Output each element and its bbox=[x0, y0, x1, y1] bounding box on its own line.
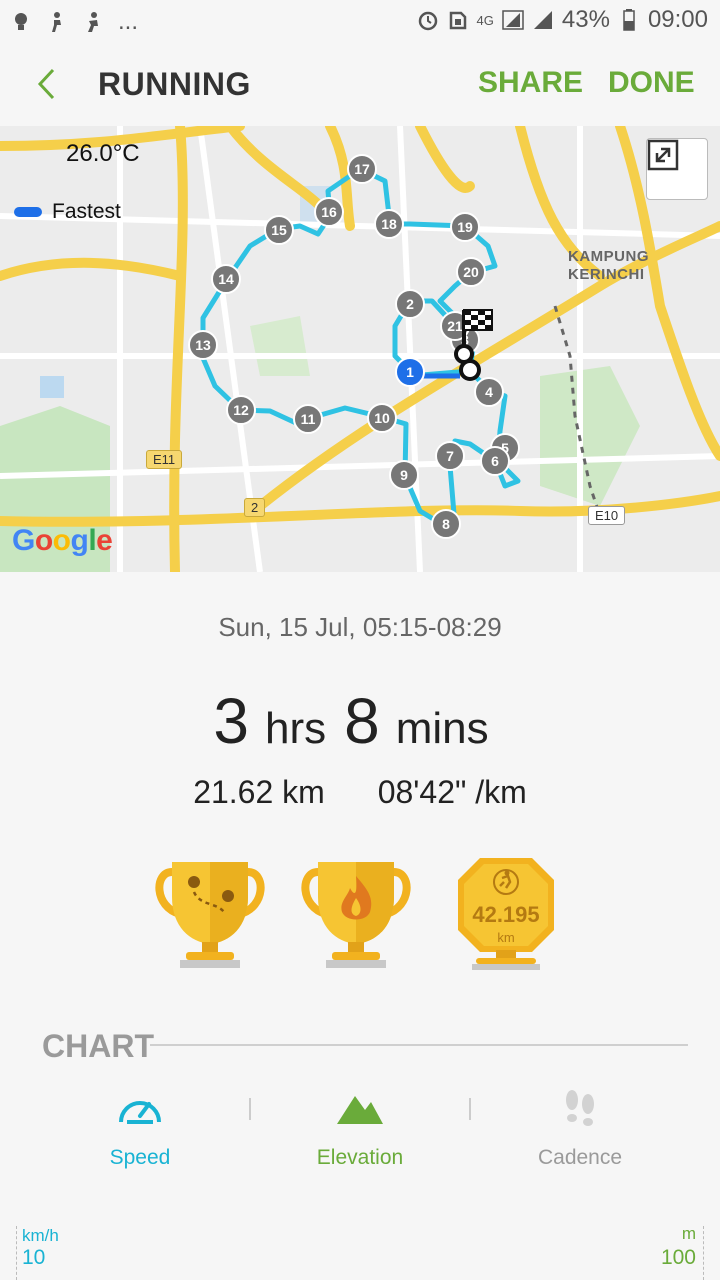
km-marker: 9 bbox=[389, 460, 419, 490]
km-marker: 12 bbox=[226, 395, 256, 425]
signal-icon bbox=[502, 9, 524, 31]
alarm-icon bbox=[417, 9, 439, 31]
bulb-icon bbox=[10, 11, 32, 33]
footprints-icon bbox=[566, 1090, 594, 1126]
route-trophy-icon[interactable] bbox=[150, 852, 270, 976]
done-button[interactable]: DONE bbox=[608, 66, 695, 100]
chevron-left-icon bbox=[37, 68, 55, 100]
walk-icon bbox=[46, 11, 68, 33]
chart-section-title: CHART bbox=[42, 1028, 154, 1064]
duration-minutes: 8 bbox=[344, 685, 380, 757]
share-button[interactable]: SHARE bbox=[478, 66, 583, 100]
km-marker: 13 bbox=[188, 330, 218, 360]
km-marker: 17 bbox=[347, 154, 377, 184]
medal-value: 42.195 bbox=[472, 902, 540, 927]
distance-value: 21.62 km bbox=[193, 774, 325, 810]
km-marker: 16 bbox=[314, 197, 344, 227]
tab-speed[interactable]: Speed bbox=[30, 1088, 250, 1178]
pace-value: 08'42" /km bbox=[377, 774, 527, 810]
tab-elevation-label: Elevation bbox=[316, 1146, 404, 1169]
google-logo: Google bbox=[12, 524, 113, 557]
km-marker: 15 bbox=[264, 215, 294, 245]
tab-speed-label: Speed bbox=[109, 1146, 171, 1169]
road-sign-2: 2 bbox=[244, 498, 266, 517]
status-time: 09:00 bbox=[647, 6, 708, 33]
tab-cadence[interactable]: Cadence bbox=[470, 1088, 690, 1178]
km-marker: 10 bbox=[367, 403, 397, 433]
chart-plot-area bbox=[16, 1226, 704, 1280]
page-title: RUNNING bbox=[98, 66, 251, 102]
workout-duration: 3 hrs 8 mins bbox=[0, 684, 720, 758]
expand-icon bbox=[647, 139, 679, 171]
temperature-label: 26.0°C bbox=[66, 140, 140, 167]
back-button[interactable] bbox=[24, 62, 68, 106]
km-marker: 19 bbox=[450, 212, 480, 242]
map-legend: Fastest bbox=[14, 200, 121, 224]
calories-trophy-icon[interactable] bbox=[296, 852, 416, 976]
chart-tabs: Speed Elevation Cadence bbox=[30, 1088, 690, 1178]
network-type: 4G bbox=[476, 12, 494, 28]
nfc-icon bbox=[447, 9, 469, 31]
tab-separator bbox=[469, 1098, 471, 1120]
fastest-swatch bbox=[14, 207, 42, 217]
minutes-unit: mins bbox=[395, 704, 489, 753]
speedometer-icon bbox=[119, 1101, 161, 1124]
km-marker: 7 bbox=[435, 441, 465, 471]
battery-percent: 43% bbox=[561, 6, 610, 33]
achievement-trophies: 42.195 km bbox=[150, 852, 570, 976]
km-marker: 6 bbox=[480, 446, 510, 476]
speed-axis-max: 10 bbox=[22, 1246, 46, 1269]
run-icon bbox=[82, 11, 104, 33]
tab-cadence-label: Cadence bbox=[537, 1146, 623, 1169]
km-marker: 8 bbox=[431, 509, 461, 539]
km-marker: 1 bbox=[395, 357, 425, 387]
legend-label: Fastest bbox=[52, 200, 121, 223]
battery-icon bbox=[618, 9, 640, 31]
speed-axis-unit: km/h bbox=[22, 1226, 59, 1245]
expand-map-button[interactable] bbox=[646, 138, 708, 200]
km-marker: 18 bbox=[374, 209, 404, 239]
signal-strength-icon bbox=[532, 9, 554, 31]
duration-hours: 3 bbox=[213, 685, 249, 757]
road-sign-e10: E10 bbox=[588, 506, 626, 525]
mountain-icon bbox=[337, 1096, 383, 1124]
tab-elevation[interactable]: Elevation bbox=[250, 1088, 470, 1178]
medal-unit: km bbox=[497, 930, 515, 945]
place-label: KAMPUNG KERINCHI bbox=[568, 248, 649, 283]
road-sign-e11: E11 bbox=[146, 450, 183, 469]
workout-date: Sun, 15 Jul, 05:15-08:29 bbox=[218, 612, 502, 642]
start-point-icon bbox=[459, 359, 481, 381]
km-marker: 20 bbox=[456, 257, 486, 287]
km-marker: 2 bbox=[395, 289, 425, 319]
km-marker: 14 bbox=[211, 264, 241, 294]
km-marker: 11 bbox=[293, 404, 323, 434]
workout-stats: 21.62 km 08'42" /km bbox=[0, 774, 720, 811]
tab-separator bbox=[249, 1098, 251, 1120]
overflow-indicator: ... bbox=[118, 8, 139, 35]
route-map[interactable]: 26.0°C Fastest KAMPUNG KERINCHI E11 2 E1… bbox=[0, 126, 720, 572]
status-bar: ... 4G 43% 09:00 bbox=[0, 0, 720, 44]
elevation-axis-unit: m bbox=[681, 1224, 696, 1243]
app-header: RUNNING SHARE DONE bbox=[0, 44, 720, 126]
elevation-axis-max: 100 bbox=[660, 1246, 696, 1269]
section-divider bbox=[150, 1044, 688, 1046]
hours-unit: hrs bbox=[264, 704, 327, 753]
